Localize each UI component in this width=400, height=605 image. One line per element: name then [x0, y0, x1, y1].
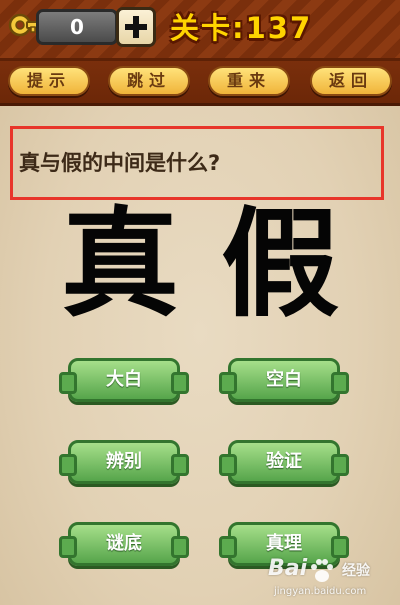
answer-button-3[interactable]: 辨别 — [59, 440, 189, 484]
puzzle-character-left: 真 — [60, 195, 179, 333]
answer-button-2[interactable]: 空白 — [219, 358, 349, 402]
paw-icon — [311, 559, 333, 582]
answer-button-5[interactable]: 谜底 — [59, 522, 189, 566]
add-coins-button[interactable] — [116, 7, 156, 47]
baidu-jingyan-watermark: Bai 经验 jingyan.baidu.com — [268, 556, 396, 602]
top-bar: 0 关卡:137 — [0, 0, 400, 61]
coin-counter: 0 — [36, 9, 118, 45]
watermark-logo: Bai — [268, 556, 308, 581]
skip-button[interactable]: 跳过 — [108, 66, 190, 96]
puzzle-character-right: 假 — [220, 195, 339, 333]
level-label: 关卡:137 — [170, 11, 313, 45]
restart-button[interactable]: 重来 — [208, 66, 290, 96]
back-button[interactable]: 返回 — [310, 66, 392, 96]
action-toolbar: 提示 跳过 重来 返回 — [0, 61, 400, 106]
answer-button-1[interactable]: 大白 — [59, 358, 189, 402]
question-highlight-box: 真与假的中间是什么? — [10, 126, 384, 200]
watermark-text: 经验 — [342, 563, 370, 579]
answer-button-4[interactable]: 验证 — [219, 440, 349, 484]
plus-icon — [125, 16, 147, 38]
hint-button[interactable]: 提示 — [8, 66, 90, 96]
question-text: 真与假的中间是什么? — [19, 151, 221, 175]
watermark-url: jingyan.baidu.com — [274, 586, 367, 597]
game-screen: 0 关卡:137 提示 跳过 重来 返回 真与假的中间是什么? 真 假 大白 空… — [0, 0, 400, 605]
